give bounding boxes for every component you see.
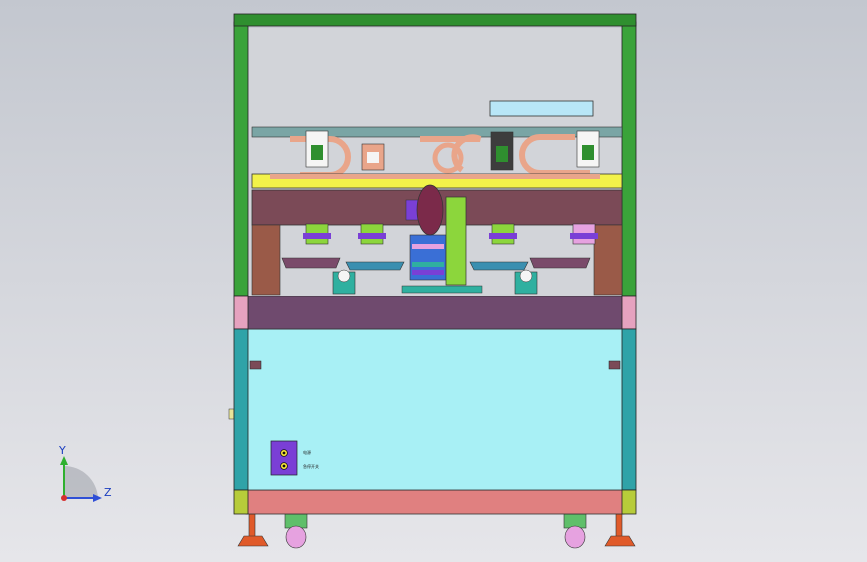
gripper-left-inner bbox=[358, 223, 386, 245]
gripper-right-inner bbox=[489, 223, 517, 245]
frame-left-column bbox=[233, 21, 249, 515]
door-lock-right bbox=[608, 360, 621, 370]
gripper-left-outer bbox=[303, 223, 331, 245]
control-box-label-estop: 急停开关 bbox=[303, 463, 319, 469]
door-lock-left bbox=[249, 360, 262, 370]
coordinate-triad: Y Z bbox=[58, 444, 112, 502]
caster-left bbox=[284, 513, 308, 549]
tray-right-inner bbox=[469, 261, 529, 271]
tray-right-outer bbox=[529, 257, 591, 269]
light-fixture bbox=[489, 100, 594, 117]
center-module bbox=[405, 184, 467, 286]
control-box-label-power: 电源 bbox=[303, 449, 311, 455]
frame-right-column bbox=[621, 21, 637, 515]
frame-top-bar bbox=[233, 13, 637, 27]
cad-viewport[interactable]: 电源 急停开关 Y Z bbox=[0, 0, 867, 562]
vertical-column bbox=[445, 196, 467, 286]
caster-right bbox=[563, 513, 587, 549]
foot-right bbox=[604, 513, 636, 547]
machine-3d-model[interactable]: 电源 急停开关 Y Z bbox=[0, 0, 867, 562]
side-hinge bbox=[228, 408, 235, 420]
triad-z-label: Z bbox=[104, 486, 112, 499]
tray-left-inner bbox=[345, 261, 405, 271]
foot-left bbox=[237, 513, 269, 547]
control-box[interactable] bbox=[270, 440, 298, 476]
station-right bbox=[514, 269, 538, 295]
station-left bbox=[332, 269, 356, 295]
base-plate bbox=[401, 285, 483, 294]
middle-panel bbox=[245, 295, 625, 330]
base-panel bbox=[245, 489, 625, 515]
tray-left-outer bbox=[281, 257, 341, 269]
gripper-right-outer bbox=[570, 223, 598, 245]
triad-y-label: Y bbox=[58, 444, 66, 457]
